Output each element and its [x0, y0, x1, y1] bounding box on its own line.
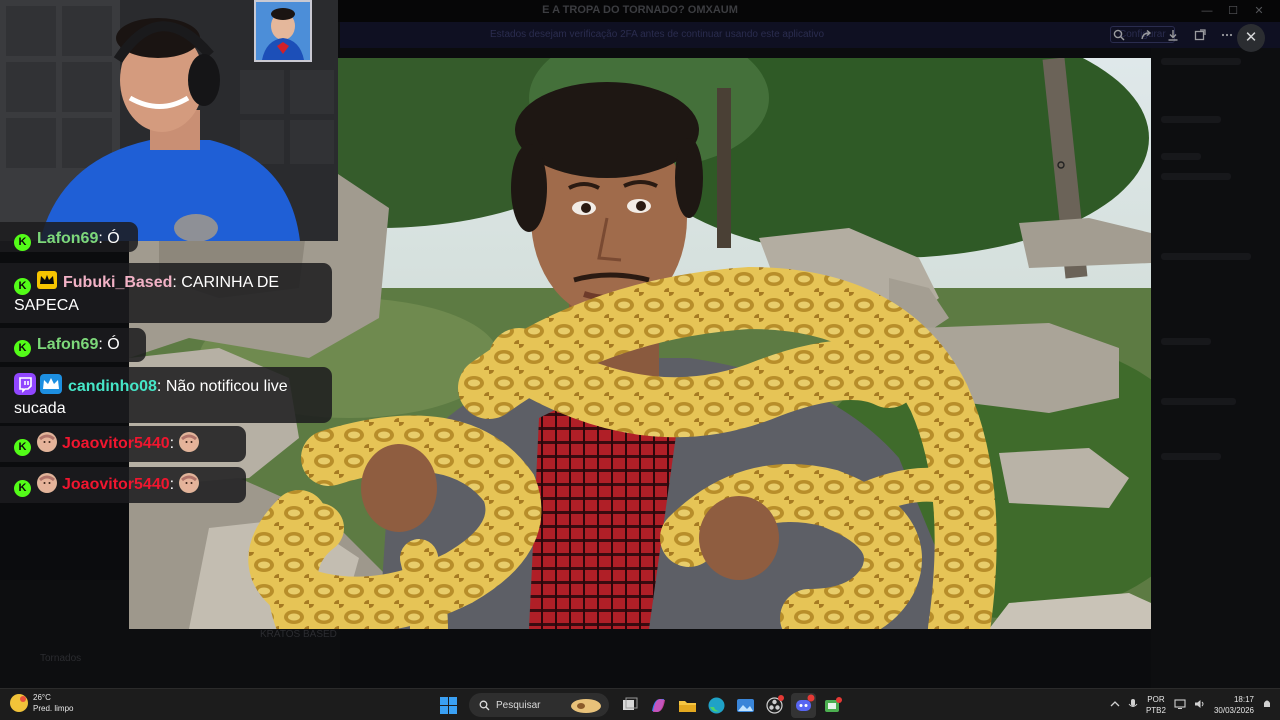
notice-text: Estados desejam verificação 2FA antes de…: [490, 29, 825, 40]
window-close-button[interactable]: ✕: [1246, 2, 1272, 20]
chat-separator: :: [172, 274, 177, 291]
volume-icon[interactable]: [1194, 699, 1206, 712]
emote-face-icon: [178, 473, 199, 493]
chat-username: Lafon69: [37, 336, 99, 353]
chat-text: Ó: [107, 230, 120, 247]
close-icon: ✕: [1244, 29, 1258, 46]
taskbar-search[interactable]: Pesquisar: [469, 693, 609, 717]
start-button[interactable]: [436, 693, 461, 718]
avatar-emote-icon: [37, 473, 57, 493]
chat-username: Fubuki_Based: [63, 274, 173, 291]
more-icon[interactable]: [1217, 27, 1237, 47]
chat-separator: :: [98, 230, 103, 247]
image-viewer-toolbar: [1106, 26, 1240, 48]
weather-sun-icon: [10, 694, 28, 712]
clock-date: 30/03/2026: [1213, 706, 1254, 715]
edge-icon[interactable]: [704, 693, 729, 718]
kick-badge-icon: K: [14, 480, 31, 497]
chat-username: Lafon69: [37, 230, 99, 247]
language-code: POR: [1147, 695, 1165, 704]
microphone-icon[interactable]: [1128, 698, 1138, 713]
weather-temp: 26°C: [33, 693, 51, 702]
forward-icon[interactable]: [1136, 27, 1156, 47]
clock-time: 18:17: [1233, 695, 1254, 704]
chat-username: Joaovitor5440: [62, 476, 170, 493]
chevron-up-icon[interactable]: [1110, 700, 1120, 711]
weather-widget[interactable]: 26°C Pred. limpo: [10, 692, 73, 714]
chat-separator: :: [169, 476, 175, 493]
chat-separator: :: [169, 435, 175, 452]
system-tray: POR PTB2 18:17 30/03/2026: [1110, 689, 1272, 720]
chat-message: K Fubuki_Based: CARINHA DE SAPECA: [0, 263, 332, 323]
close-viewer-button[interactable]: ✕: [1237, 24, 1265, 52]
chat-separator: :: [98, 336, 103, 353]
twitch-badge-icon: [14, 373, 36, 395]
photos-icon[interactable]: [733, 693, 758, 718]
search-placeholder: Pesquisar: [496, 699, 541, 711]
member-list-panel: [1151, 48, 1280, 688]
task-view-icon[interactable]: [617, 693, 642, 718]
emote-face-icon: [178, 432, 199, 452]
keyboard-layout: PTB2: [1145, 706, 1166, 715]
crown-badge-icon: [37, 271, 57, 289]
clock[interactable]: 18:17 30/03/2026: [1214, 694, 1254, 716]
file-explorer-icon[interactable]: [675, 693, 700, 718]
language-indicator[interactable]: POR PTB2: [1146, 694, 1166, 716]
taskbar-apps: Pesquisar: [436, 689, 845, 720]
chat-message: K Joaovitor5440:: [0, 426, 246, 462]
chat-username: Joaovitor5440: [62, 435, 170, 452]
copilot-icon[interactable]: [646, 693, 671, 718]
channel-name: Tornados: [40, 653, 82, 664]
kick-badge-icon: K: [14, 278, 31, 295]
poster-image: [254, 0, 312, 62]
app-icon[interactable]: [820, 693, 845, 718]
notifications-icon[interactable]: [1262, 698, 1272, 713]
search-icon: [479, 700, 490, 710]
discord-icon[interactable]: [791, 692, 816, 718]
chat-username: candinho08: [68, 378, 157, 395]
chat-separator: :: [156, 378, 162, 395]
zoom-icon[interactable]: [1109, 27, 1129, 47]
subscriber-badge-icon: [40, 374, 62, 394]
chat-text: Ó: [107, 336, 120, 353]
search-highlight-icon: [571, 699, 601, 713]
kick-badge-icon: K: [14, 340, 31, 357]
bottom-strip-label: KRATOS BASED: [260, 629, 337, 640]
minimize-button[interactable]: —: [1194, 2, 1220, 20]
chat-message: K Lafon69: Ó: [0, 328, 146, 362]
network-icon[interactable]: [1174, 698, 1186, 712]
kick-badge-icon: K: [14, 234, 31, 251]
chat-message: K Lafon69: Ó: [0, 222, 140, 256]
download-icon[interactable]: [1163, 27, 1183, 47]
chat-message: candinho08: Não notificou live sucada: [0, 367, 332, 423]
weather-desc: Pred. limpo: [33, 704, 74, 713]
open-external-icon[interactable]: [1190, 27, 1210, 47]
kick-badge-icon: K: [14, 439, 31, 456]
taskbar: 26°C Pred. limpo Pesquisar POR PTB2 18:1…: [0, 688, 1280, 720]
obs-icon[interactable]: [762, 693, 787, 718]
webcam-overlay: [0, 0, 338, 241]
maximize-button[interactable]: ☐: [1220, 2, 1246, 20]
avatar-emote-icon: [37, 432, 57, 452]
window-controls: — ☐ ✕: [1194, 2, 1272, 20]
chat-message: K Joaovitor5440:: [0, 467, 246, 503]
